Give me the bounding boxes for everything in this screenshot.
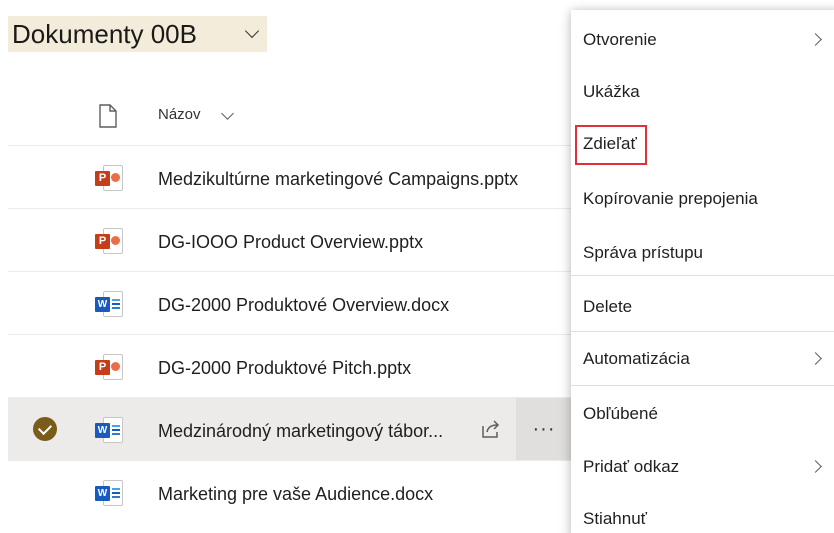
powerpoint-file-icon: P — [95, 165, 125, 191]
library-title[interactable]: Dokumenty 00B — [8, 16, 267, 52]
file-row[interactable]: P Medzikultúrne marketingové Campaigns.p… — [8, 145, 608, 208]
share-icon[interactable] — [480, 418, 502, 440]
file-row[interactable]: P DG-IOOO Product Overview.pptx — [8, 208, 608, 271]
menu-divider — [571, 331, 834, 332]
file-list: P Medzikultúrne marketingové Campaigns.p… — [8, 145, 608, 523]
file-name[interactable]: DG-2000 Produktové Overview.docx — [158, 295, 449, 316]
file-row-selected[interactable]: W Medzinárodný marketingový tábor... ··· — [8, 397, 608, 461]
menu-item-label: Kopírovanie prepojenia — [583, 189, 758, 208]
menu-item-label: Stiahnuť — [583, 509, 648, 528]
share-highlight-box — [575, 125, 647, 165]
word-file-icon: W — [95, 291, 125, 317]
context-menu: Otvorenie Ukážka Zdieľať Kopírovanie pre… — [571, 10, 834, 533]
menu-item-label: Delete — [583, 297, 633, 316]
chevron-right-icon — [809, 460, 822, 473]
menu-item-favorite[interactable]: Obľúbené — [571, 389, 834, 439]
menu-item-label: Otvorenie — [583, 30, 657, 49]
menu-item-automate[interactable]: Automatizácia — [571, 334, 834, 384]
file-row[interactable]: W DG-2000 Produktové Overview.docx — [8, 271, 608, 334]
menu-item-manage-access[interactable]: Správa prístupu — [571, 228, 834, 278]
more-actions-button[interactable]: ··· — [516, 398, 572, 461]
menu-divider — [571, 275, 834, 276]
file-name[interactable]: DG-IOOO Product Overview.pptx — [158, 232, 423, 253]
menu-item-copy-link[interactable]: Kopírovanie prepojenia — [571, 174, 834, 224]
file-row[interactable]: W Marketing pre vaše Audience.docx — [8, 460, 608, 523]
menu-item-add-shortcut[interactable]: Pridať odkaz — [571, 442, 834, 492]
file-name[interactable]: Medzikultúrne marketingové Campaigns.ppt… — [158, 169, 518, 190]
powerpoint-file-icon: P — [95, 228, 125, 254]
library-title-text: Dokumenty 00B — [8, 16, 201, 52]
file-name[interactable]: Medzinárodný marketingový tábor... — [158, 421, 443, 442]
chevron-right-icon — [809, 33, 822, 46]
powerpoint-file-icon: P — [95, 354, 125, 380]
menu-item-open[interactable]: Otvorenie — [571, 15, 834, 65]
menu-item-preview[interactable]: Ukážka — [571, 67, 834, 117]
menu-item-label: Obľúbené — [583, 404, 658, 423]
menu-divider — [571, 385, 834, 386]
file-row[interactable]: P DG-2000 Produktové Pitch.pptx — [8, 334, 608, 397]
menu-item-delete[interactable]: Delete — [571, 282, 834, 332]
menu-item-label: Automatizácia — [583, 349, 690, 368]
file-name[interactable]: Marketing pre vaše Audience.docx — [158, 484, 433, 505]
menu-item-download[interactable]: Stiahnuť — [571, 494, 834, 533]
chevron-down-icon[interactable] — [221, 107, 234, 120]
chevron-right-icon — [809, 352, 822, 365]
menu-item-label: Ukážka — [583, 82, 640, 101]
file-name[interactable]: DG-2000 Produktové Pitch.pptx — [158, 358, 411, 379]
menu-item-label: Pridať odkaz — [583, 457, 680, 476]
word-file-icon: W — [95, 417, 125, 443]
chevron-down-icon[interactable] — [200, 16, 267, 52]
selected-checkmark-icon[interactable] — [33, 417, 57, 441]
word-file-icon: W — [95, 480, 125, 506]
name-column-header[interactable]: Názov — [158, 106, 201, 123]
file-type-header-icon[interactable] — [98, 104, 118, 128]
menu-item-label: Správa prístupu — [583, 243, 704, 262]
